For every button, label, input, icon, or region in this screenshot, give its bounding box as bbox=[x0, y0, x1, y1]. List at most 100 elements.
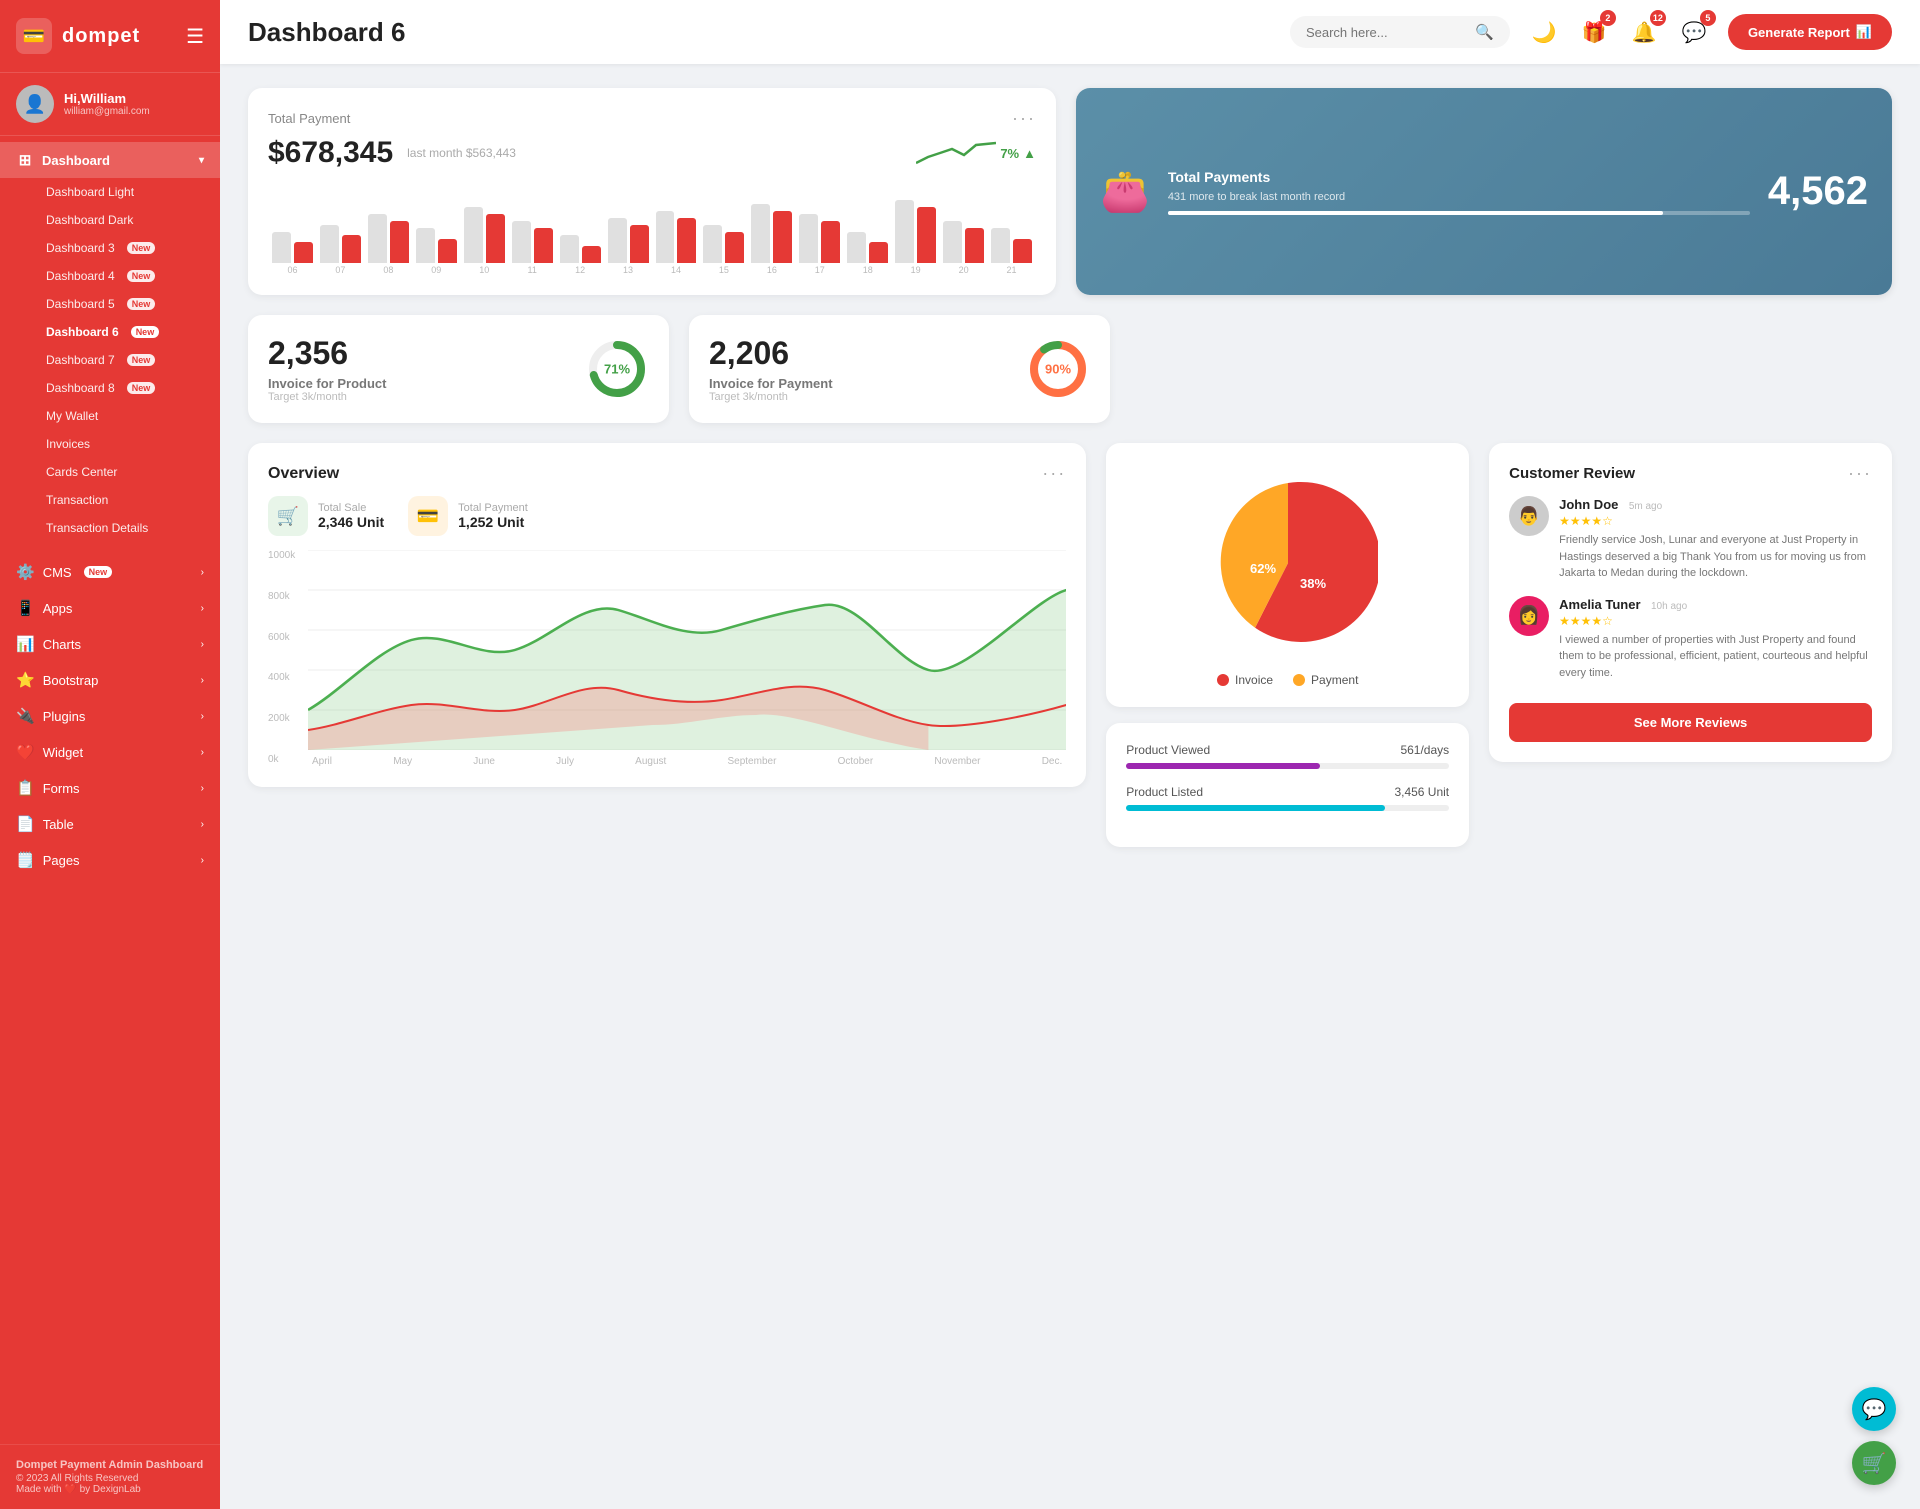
sidebar-item-dashboard-3[interactable]: Dashboard 3 New bbox=[30, 234, 220, 262]
menu-label: Cards Center bbox=[46, 465, 117, 479]
sidebar-item-charts[interactable]: 📊 Charts › bbox=[0, 626, 220, 662]
new-badge: New bbox=[127, 298, 156, 310]
total-payments-blue-card: 👛 Total Payments 431 more to break last … bbox=[1076, 88, 1892, 295]
sidebar-item-cards-center[interactable]: Cards Center bbox=[30, 458, 220, 486]
dashboard-label: Dashboard bbox=[42, 153, 110, 168]
payment-dot bbox=[1293, 674, 1305, 686]
footer-app-name: Dompet Payment Admin Dashboard bbox=[16, 1459, 204, 1471]
invoice-legend-label: Invoice bbox=[1235, 673, 1273, 687]
logo-icon: 💳 bbox=[16, 18, 52, 54]
sidebar-item-plugins[interactable]: 🔌 Plugins › bbox=[0, 698, 220, 734]
search-input[interactable] bbox=[1306, 25, 1467, 40]
row-3: Overview ··· 🛒 Total Sale 2,346 Unit 💳 bbox=[248, 443, 1892, 847]
sidebar-item-dashboard-7[interactable]: Dashboard 7 New bbox=[30, 346, 220, 374]
overview-more-button[interactable]: ··· bbox=[1042, 463, 1066, 484]
tp-progress-bar bbox=[1168, 211, 1750, 215]
search-bar[interactable]: 🔍 bbox=[1290, 16, 1510, 48]
reviewer-1-text: Friendly service Josh, Lunar and everyon… bbox=[1559, 532, 1872, 582]
sidebar-item-transaction[interactable]: Transaction bbox=[30, 486, 220, 514]
hamburger-icon[interactable]: ☰ bbox=[186, 24, 204, 49]
chart-label: 11 bbox=[512, 265, 553, 275]
moon-icon: 🌙 bbox=[1531, 20, 1556, 45]
chart-labels: 06070809101112131415161718192021 bbox=[268, 265, 1036, 275]
dashboard-section: ⊞ Dashboard ▾ Dashboard Light Dashboard … bbox=[0, 136, 220, 548]
bar-group bbox=[464, 207, 505, 263]
sidebar-item-dashboard-5[interactable]: Dashboard 5 New bbox=[30, 290, 220, 318]
msg-badge: 5 bbox=[1700, 10, 1716, 26]
generate-report-button[interactable]: Generate Report 📊 bbox=[1728, 14, 1892, 50]
pie-svg: 62% 38% bbox=[1198, 473, 1378, 653]
cart-fab[interactable]: 🛒 bbox=[1852, 1441, 1896, 1485]
menu-label: Dashboard 6 bbox=[46, 325, 119, 339]
new-badge: New bbox=[127, 242, 156, 254]
sidebar-item-bootstrap[interactable]: ⭐ Bootstrap › bbox=[0, 662, 220, 698]
sidebar-item-pages[interactable]: 🗒️ Pages › bbox=[0, 842, 220, 878]
gray-bar bbox=[703, 225, 722, 264]
bar-group bbox=[943, 221, 984, 263]
sidebar-item-dashboard-dark[interactable]: Dashboard Dark bbox=[30, 206, 220, 234]
product-viewed-stat: Product Viewed 561/days bbox=[1126, 743, 1449, 769]
sidebar-item-transaction-details[interactable]: Transaction Details bbox=[30, 514, 220, 542]
menu-label: Table bbox=[43, 817, 74, 832]
cms-icon: ⚙️ bbox=[16, 563, 35, 581]
sidebar-item-cms[interactable]: ⚙️ CMS New › bbox=[0, 554, 220, 590]
bar-group bbox=[799, 214, 840, 263]
table-icon: 📄 bbox=[16, 815, 35, 833]
sidebar-item-dashboard-light[interactable]: Dashboard Light bbox=[30, 178, 220, 206]
more-options-button[interactable]: ··· bbox=[1012, 108, 1036, 129]
trend-badge: 7% ▲ bbox=[916, 135, 1036, 171]
sidebar-item-dashboard[interactable]: ⊞ Dashboard ▾ bbox=[0, 142, 220, 178]
x-axis-labels: April May June July August September Oct… bbox=[308, 756, 1066, 767]
chevron-right-icon: › bbox=[201, 783, 204, 794]
sidebar-item-forms[interactable]: 📋 Forms › bbox=[0, 770, 220, 806]
new-badge: New bbox=[127, 270, 156, 282]
invoice-payment-label: Invoice for Payment bbox=[709, 376, 833, 391]
x-label: Dec. bbox=[1042, 756, 1063, 767]
apps-icon: 📱 bbox=[16, 599, 35, 617]
sidebar-item-invoices[interactable]: Invoices bbox=[30, 430, 220, 458]
pages-icon: 🗒️ bbox=[16, 851, 35, 869]
chart-label: 09 bbox=[416, 265, 457, 275]
bar-group bbox=[895, 200, 936, 263]
sidebar-item-dashboard-8[interactable]: Dashboard 8 New bbox=[30, 374, 220, 402]
user-profile[interactable]: 👤 Hi,William william@gmail.com bbox=[0, 72, 220, 136]
topbar-icons: 🌙 🎁 2 🔔 12 💬 5 bbox=[1526, 14, 1712, 50]
red-bar bbox=[869, 242, 888, 263]
plugins-icon: 🔌 bbox=[16, 707, 35, 725]
invoice-product-percent: 71% bbox=[604, 362, 630, 377]
total-sale-stat: 🛒 Total Sale 2,346 Unit bbox=[268, 496, 384, 536]
area-chart bbox=[308, 550, 1066, 750]
sidebar-item-mywallet[interactable]: My Wallet bbox=[30, 402, 220, 430]
middle-column: 62% 38% Invoice Payment bbox=[1106, 443, 1469, 847]
bar-chart-icon: 📊 bbox=[1856, 24, 1872, 40]
charts-icon: 📊 bbox=[16, 635, 35, 653]
gift-button[interactable]: 🎁 2 bbox=[1576, 14, 1612, 50]
message-button[interactable]: 💬 5 bbox=[1676, 14, 1712, 50]
menu-label: Dashboard Light bbox=[46, 185, 134, 199]
bar-group bbox=[320, 225, 361, 264]
widget-icon: ❤️ bbox=[16, 743, 35, 761]
menu-label: Transaction bbox=[46, 493, 108, 507]
invoice-payment-number: 2,206 bbox=[709, 335, 833, 372]
see-more-reviews-button[interactable]: See More Reviews bbox=[1509, 703, 1872, 742]
notification-button[interactable]: 🔔 12 bbox=[1626, 14, 1662, 50]
sidebar-item-table[interactable]: 📄 Table › bbox=[0, 806, 220, 842]
reviewer-1-stars: ★★★★☆ bbox=[1559, 514, 1872, 528]
sidebar-item-widget[interactable]: ❤️ Widget › bbox=[0, 734, 220, 770]
sidebar-item-dashboard-6[interactable]: Dashboard 6 New bbox=[30, 318, 220, 346]
footer-copyright: © 2023 All Rights Reserved bbox=[16, 1473, 204, 1484]
menu-label: My Wallet bbox=[46, 409, 98, 423]
review-more-button[interactable]: ··· bbox=[1848, 463, 1872, 484]
reviewer-1: 👨 John Doe 5m ago ★★★★☆ Friendly service… bbox=[1509, 496, 1872, 582]
sidebar-item-apps[interactable]: 📱 Apps › bbox=[0, 590, 220, 626]
gray-bar bbox=[656, 211, 675, 264]
reviewer-2-avatar: 👩 bbox=[1509, 596, 1549, 636]
legend-invoice: Invoice bbox=[1217, 673, 1273, 687]
new-badge: New bbox=[127, 354, 156, 366]
invoice-payment-percent: 90% bbox=[1045, 362, 1071, 377]
sidebar-item-dashboard-4[interactable]: Dashboard 4 New bbox=[30, 262, 220, 290]
payment-icon: 💳 bbox=[408, 496, 448, 536]
red-bar bbox=[534, 228, 553, 263]
theme-toggle-button[interactable]: 🌙 bbox=[1526, 14, 1562, 50]
support-fab[interactable]: 💬 bbox=[1852, 1387, 1896, 1431]
